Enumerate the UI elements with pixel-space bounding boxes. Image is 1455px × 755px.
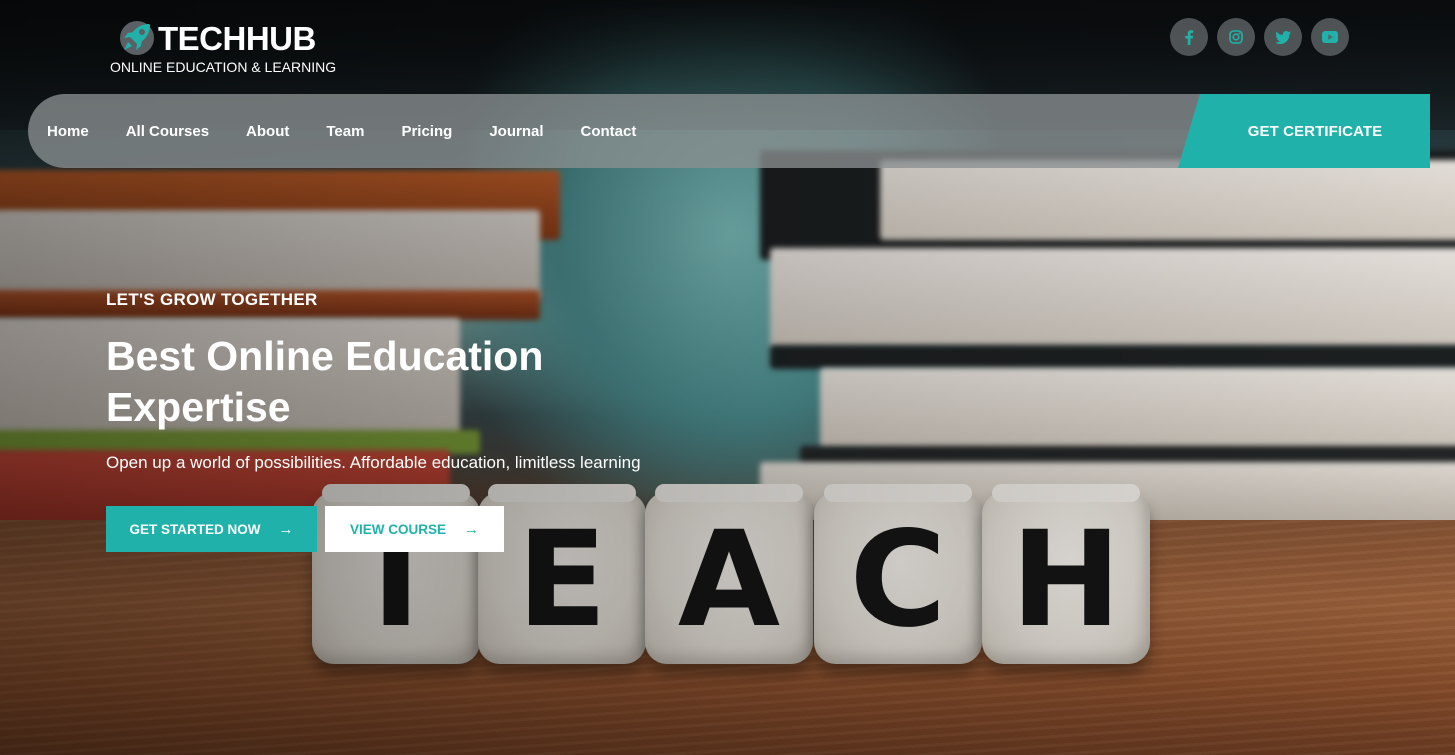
- hero-subtitle: Open up a world of possibilities. Afford…: [106, 453, 641, 472]
- arrow-right-icon: →: [464, 520, 479, 538]
- nav-item-about[interactable]: About: [246, 123, 289, 140]
- facebook-icon: [1185, 29, 1194, 45]
- hero-kicker: LET'S GROW TOGETHER: [106, 290, 318, 309]
- nav-item-journal[interactable]: Journal: [489, 123, 543, 140]
- get-certificate-button[interactable]: GET CERTIFICATE: [1178, 94, 1430, 168]
- site-logo[interactable]: TECHHUB ONLINE EDUCATION & LEARNING: [110, 16, 360, 80]
- nav-item-pricing[interactable]: Pricing: [401, 123, 452, 140]
- facebook-link[interactable]: [1170, 18, 1208, 56]
- hero-headline: Best Online Education Expertise: [106, 333, 544, 430]
- social-links: [1170, 18, 1349, 56]
- youtube-link[interactable]: [1311, 18, 1349, 56]
- get-started-button[interactable]: GET STARTED NOW →: [106, 506, 317, 552]
- get-started-label: GET STARTED NOW: [129, 521, 261, 537]
- brand-tagline: ONLINE EDUCATION & LEARNING: [110, 59, 337, 75]
- nav-item-team[interactable]: Team: [326, 123, 364, 140]
- view-course-button[interactable]: VIEW COURSE →: [325, 506, 504, 552]
- nav-menu: Home All Courses About Team Pricing Jour…: [47, 94, 673, 168]
- nav-item-contact[interactable]: Contact: [581, 123, 637, 140]
- instagram-icon: [1229, 30, 1243, 44]
- twitter-link[interactable]: [1264, 18, 1302, 56]
- brand-name: TECHHUB: [158, 20, 316, 57]
- nav-item-all-courses[interactable]: All Courses: [126, 123, 209, 140]
- twitter-icon: [1275, 30, 1291, 44]
- nav-item-home[interactable]: Home: [47, 123, 89, 140]
- rocket-icon: [120, 21, 154, 55]
- view-course-label: VIEW COURSE: [349, 521, 446, 537]
- instagram-link[interactable]: [1217, 18, 1255, 56]
- arrow-right-icon: →: [278, 520, 294, 538]
- youtube-icon: [1322, 31, 1338, 43]
